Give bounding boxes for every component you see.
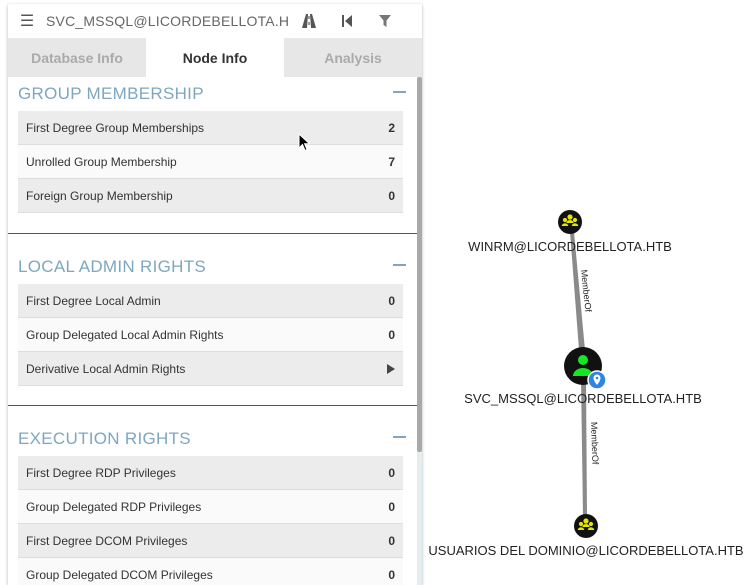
pathfinding-button[interactable] xyxy=(290,4,328,38)
step-backward-icon xyxy=(342,15,352,27)
section-title: GROUP MEMBERSHIP xyxy=(18,84,204,103)
row-value: 0 xyxy=(388,567,395,582)
side-panel: ☰ SVC_MSSQL@LICORDEBELLOTA.H Database In… xyxy=(8,4,422,585)
play-icon[interactable] xyxy=(387,363,395,374)
filter-button[interactable] xyxy=(366,4,404,38)
row-group-delegated-dcom-privileges[interactable]: Group Delegated DCOM Privileges 0 xyxy=(18,558,403,585)
row-foreign-group-membership[interactable]: Foreign Group Membership 0 xyxy=(18,179,403,213)
tab-analysis[interactable]: Analysis xyxy=(284,38,422,77)
row-unrolled-group-membership[interactable]: Unrolled Group Membership 7 xyxy=(18,145,403,179)
section-execution-rights: EXECUTION RIGHTS First Degree RDP Privil… xyxy=(8,406,418,585)
tab-database-info[interactable]: Database Info xyxy=(8,38,146,77)
row-label: Unrolled Group Membership xyxy=(26,154,177,169)
node-label: WINRM@LICORDEBELLOTA.HTB xyxy=(468,239,672,254)
row-value: 0 xyxy=(388,499,395,514)
edge-label: MemberOf xyxy=(589,422,600,465)
section-group-membership: GROUP MEMBERSHIP First Degree Group Memb… xyxy=(8,77,418,234)
section-title: LOCAL ADMIN RIGHTS xyxy=(18,257,207,276)
row-value: 0 xyxy=(388,327,395,342)
row-value: 0 xyxy=(388,533,395,548)
collapse-icon[interactable] xyxy=(393,91,406,93)
tab-bar: Database Info Node Info Analysis xyxy=(8,38,422,77)
row-label: Group Delegated Local Admin Rights xyxy=(26,327,224,342)
collapse-icon[interactable] xyxy=(393,264,406,266)
row-first-degree-local-admin[interactable]: First Degree Local Admin 0 xyxy=(18,284,403,318)
row-label: Foreign Group Membership xyxy=(26,188,173,203)
section-header: GROUP MEMBERSHIP xyxy=(8,77,418,111)
search-input[interactable]: SVC_MSSQL@LICORDEBELLOTA.H xyxy=(46,13,290,29)
row-first-degree-group-memberships[interactable]: First Degree Group Memberships 2 xyxy=(18,111,403,145)
section-header: LOCAL ADMIN RIGHTS xyxy=(8,250,418,284)
row-first-degree-dcom-privileges[interactable]: First Degree DCOM Privileges 0 xyxy=(18,524,403,558)
node-info-content[interactable]: GROUP MEMBERSHIP First Degree Group Memb… xyxy=(8,77,418,585)
row-value: 2 xyxy=(388,120,395,135)
row-value: 0 xyxy=(388,188,395,203)
road-icon xyxy=(302,14,316,28)
edge-label: MemberOf xyxy=(579,269,593,313)
hamburger-icon: ☰ xyxy=(19,13,35,30)
row-value: 0 xyxy=(388,465,395,480)
row-label: First Degree Group Memberships xyxy=(26,120,205,135)
row-label: Group Delegated RDP Privileges xyxy=(26,499,202,514)
node-label: SVC_MSSQL@LICORDEBELLOTA.HTB xyxy=(464,391,702,406)
row-label: First Degree DCOM Privileges xyxy=(26,533,188,548)
node-label: USUARIOS DEL DOMINIO@LICORDEBELLOTA.HTB xyxy=(428,543,743,558)
section-title: EXECUTION RIGHTS xyxy=(18,429,191,448)
section-local-admin-rights: LOCAL ADMIN RIGHTS First Degree Local Ad… xyxy=(8,234,418,406)
row-label: Group Delegated DCOM Privileges xyxy=(26,567,213,582)
graph-node-winrm[interactable]: WINRM@LICORDEBELLOTA.HTB xyxy=(468,210,672,254)
mouse-cursor-icon xyxy=(298,133,311,152)
search-bar: ☰ SVC_MSSQL@LICORDEBELLOTA.H xyxy=(8,4,422,38)
graph-node-usuarios-del-dominio[interactable]: USUARIOS DEL DOMINIO@LICORDEBELLOTA.HTB xyxy=(428,514,744,558)
collapse-icon[interactable] xyxy=(393,436,406,438)
row-label: First Degree RDP Privileges xyxy=(26,465,176,480)
row-group-delegated-local-admin-rights[interactable]: Group Delegated Local Admin Rights 0 xyxy=(18,318,403,352)
row-label: Derivative Local Admin Rights xyxy=(26,361,186,376)
row-group-delegated-rdp-privileges[interactable]: Group Delegated RDP Privileges 0 xyxy=(18,490,403,524)
menu-button[interactable]: ☰ xyxy=(8,4,46,38)
row-first-degree-rdp-privileges[interactable]: First Degree RDP Privileges 0 xyxy=(18,456,403,490)
row-value: 0 xyxy=(388,293,395,308)
owned-marker-icon xyxy=(587,370,607,390)
row-list: First Degree Group Memberships 2 Unrolle… xyxy=(18,111,403,213)
scrollbar-thumb[interactable] xyxy=(417,77,422,452)
back-button[interactable] xyxy=(328,4,366,38)
filter-icon xyxy=(379,15,391,27)
row-value: 7 xyxy=(388,154,395,169)
tab-node-info[interactable]: Node Info xyxy=(146,38,284,77)
row-list: First Degree Local Admin 0 Group Delegat… xyxy=(18,284,403,386)
section-header: EXECUTION RIGHTS xyxy=(8,422,418,456)
row-derivative-local-admin-rights[interactable]: Derivative Local Admin Rights xyxy=(18,352,403,386)
graph-node-svc-mssql[interactable]: SVC_MSSQL@LICORDEBELLOTA.HTB xyxy=(464,347,702,406)
row-label: First Degree Local Admin xyxy=(26,293,161,308)
row-list: First Degree RDP Privileges 0 Group Dele… xyxy=(18,456,403,585)
